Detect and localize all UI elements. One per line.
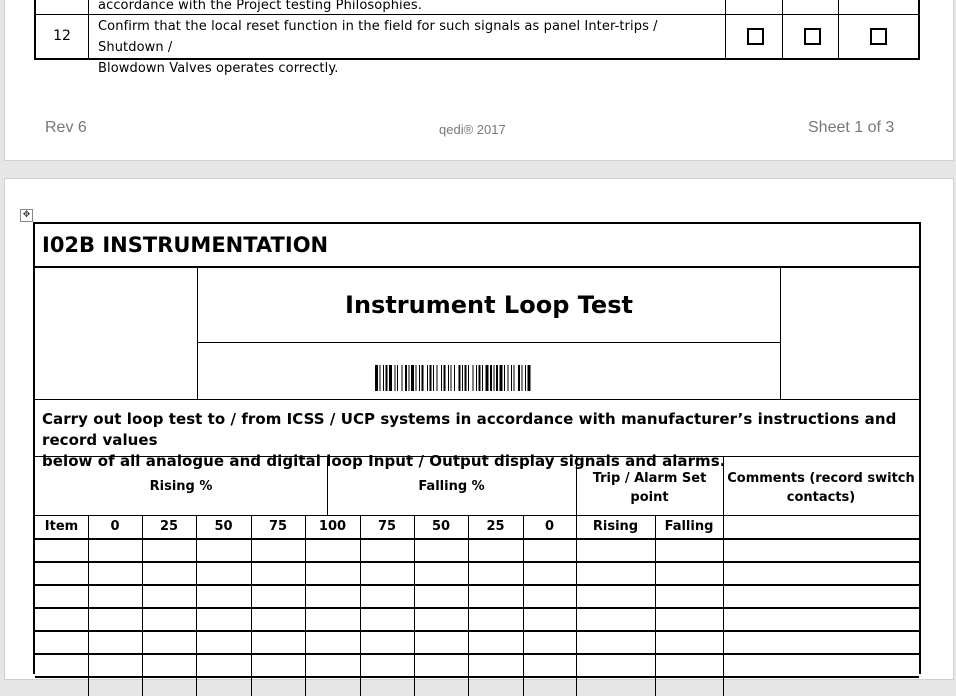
- column-divider: [305, 515, 306, 696]
- table-row: [35, 584, 919, 586]
- column-divider: [723, 515, 724, 696]
- table-row: [35, 676, 919, 678]
- row-number: 12: [53, 28, 71, 44]
- column-header: Falling: [664, 519, 714, 534]
- column-header: 75: [268, 519, 288, 534]
- column-header: 75: [377, 519, 397, 534]
- table-row: [35, 607, 919, 609]
- section-title: I02B INSTRUMENTATION: [42, 233, 329, 257]
- column-header: Rising: [592, 519, 639, 534]
- checkbox-col2[interactable]: [804, 28, 821, 45]
- column-header: 50: [214, 519, 233, 534]
- header-falling-percent: Falling %: [418, 479, 485, 494]
- column-header: 0: [544, 519, 555, 534]
- column-divider: [655, 515, 656, 696]
- column-divider: [196, 515, 197, 696]
- column-header: Item: [44, 519, 79, 534]
- column-header: 100: [318, 519, 347, 534]
- column-divider: [576, 515, 577, 696]
- column-header: 0: [110, 519, 120, 534]
- table-row: [35, 630, 919, 632]
- header-trip-alarm: Trip / Alarm Set point: [592, 471, 707, 505]
- column-header: 50: [431, 519, 451, 534]
- table-move-handle-icon[interactable]: ✥: [20, 209, 33, 222]
- checklist-row-partial: accordance with the Project testing Phil…: [34, 0, 920, 14]
- header-comments: Comments (record switch contacts): [727, 471, 915, 505]
- column-divider: [468, 515, 469, 696]
- row-text-line1: Confirm that the local reset function in…: [98, 19, 658, 55]
- checkbox-col1[interactable]: [747, 28, 764, 45]
- column-divider: [88, 515, 89, 696]
- table-row: [35, 538, 919, 540]
- footer-rev: Rev 6: [45, 119, 87, 136]
- previous-page: accordance with the Project testing Phil…: [4, 0, 954, 161]
- checklist-row-12: 12 Confirm that the local reset function…: [34, 14, 920, 76]
- footer-copyright: qedi® 2017: [439, 122, 506, 137]
- barcode-image: [375, 365, 531, 391]
- row-text-line2: Blowdown Valves operates correctly.: [98, 61, 339, 76]
- column-divider: [251, 515, 252, 696]
- column-header: 25: [159, 519, 179, 534]
- table-row: [35, 561, 919, 563]
- footer-sheet: Sheet 1 of 3: [808, 119, 895, 136]
- header-rising-percent: Rising %: [149, 479, 213, 494]
- form-title: Instrument Loop Test: [345, 291, 633, 319]
- checkbox-col3[interactable]: [870, 28, 887, 45]
- column-divider: [414, 515, 415, 696]
- column-divider: [523, 515, 524, 696]
- instructions-text: Carry out loop test to / from ICSS / UCP…: [42, 410, 897, 470]
- column-divider: [142, 515, 143, 696]
- loop-test-form: I02B INSTRUMENTATION Instrument Loop Tes…: [33, 222, 921, 696]
- column-divider: [360, 515, 361, 696]
- table-row: [35, 653, 919, 655]
- column-header: 25: [486, 519, 505, 534]
